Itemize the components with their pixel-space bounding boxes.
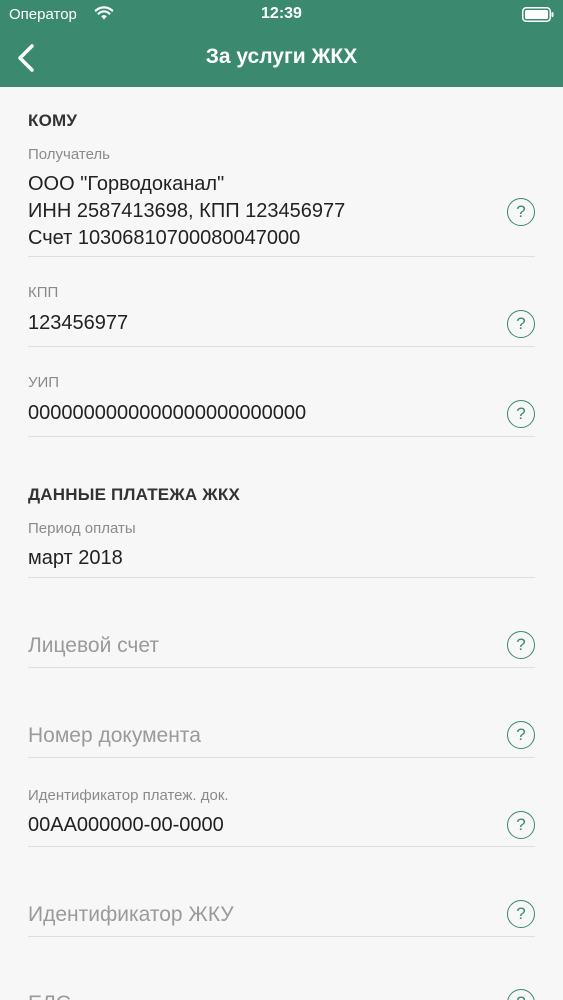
navigation-bar: За услуги ЖКХ xyxy=(0,32,563,87)
document-id-value: 00АА000000-00-0000 xyxy=(28,814,224,836)
section-title-payment: ДАННЫЕ ПЛАТЕЖА ЖКХ xyxy=(28,485,240,504)
document-id-label: Идентификатор платеж. док. xyxy=(28,787,229,804)
recipient-label: Получатель xyxy=(28,146,110,163)
account-field[interactable]: Лицевой счет ? xyxy=(28,627,535,668)
header-bar: Оператор 12:39 За услуги ЖКХ xyxy=(0,0,563,87)
page-title: За услуги ЖКХ xyxy=(205,45,358,68)
uip-label: УИП xyxy=(28,374,60,391)
zhku-id-field[interactable]: Идентификатор ЖКУ ? xyxy=(28,896,535,937)
payment-form: КОМУ Получатель ООО "Горводоканал" ИНН 2… xyxy=(0,87,563,1000)
period-value: март 2018 xyxy=(28,547,123,569)
recipient-name: ООО "Горводоканал" xyxy=(28,173,225,195)
els-placeholder: ЕЛС xyxy=(28,992,71,1000)
recipient-field[interactable]: Получатель ООО "Горводоканал" ИНН 258741… xyxy=(28,145,535,257)
period-label: Период оплаты xyxy=(28,520,136,537)
uip-value: 0000000000000000000000000 xyxy=(28,402,307,424)
kpp-value: 123456977 xyxy=(28,312,129,334)
document-number-field[interactable]: Номер документа ? xyxy=(28,717,535,758)
els-field[interactable]: ЕЛС ? xyxy=(28,985,535,1000)
period-field[interactable]: Период оплаты март 2018 xyxy=(28,519,535,578)
recipient-inn-kpp: ИНН 2587413698, КПП 123456977 xyxy=(28,200,346,222)
document-number-placeholder: Номер документа xyxy=(28,724,201,747)
help-icon[interactable]: ? xyxy=(507,198,535,226)
help-icon[interactable]: ? xyxy=(507,721,535,749)
help-icon[interactable]: ? xyxy=(507,631,535,659)
status-bar: Оператор 12:39 xyxy=(0,0,563,32)
help-icon[interactable]: ? xyxy=(507,989,535,1000)
account-placeholder: Лицевой счет xyxy=(28,634,159,657)
help-icon[interactable]: ? xyxy=(507,400,535,428)
battery-icon xyxy=(522,7,554,22)
document-id-field[interactable]: Идентификатор платеж. док. 00АА000000-00… xyxy=(28,787,535,847)
zhku-id-placeholder: Идентификатор ЖКУ xyxy=(28,903,234,926)
help-icon[interactable]: ? xyxy=(507,310,535,338)
help-icon[interactable]: ? xyxy=(507,900,535,928)
section-title-to: КОМУ xyxy=(28,111,78,130)
status-time: 12:39 xyxy=(261,5,302,22)
kpp-field[interactable]: КПП 123456977 ? xyxy=(28,283,535,347)
uip-field[interactable]: УИП 0000000000000000000000000 ? xyxy=(28,373,535,437)
help-icon[interactable]: ? xyxy=(507,811,535,839)
recipient-account: Счет 10306810700080047000 xyxy=(28,227,301,249)
kpp-label: КПП xyxy=(28,284,59,301)
